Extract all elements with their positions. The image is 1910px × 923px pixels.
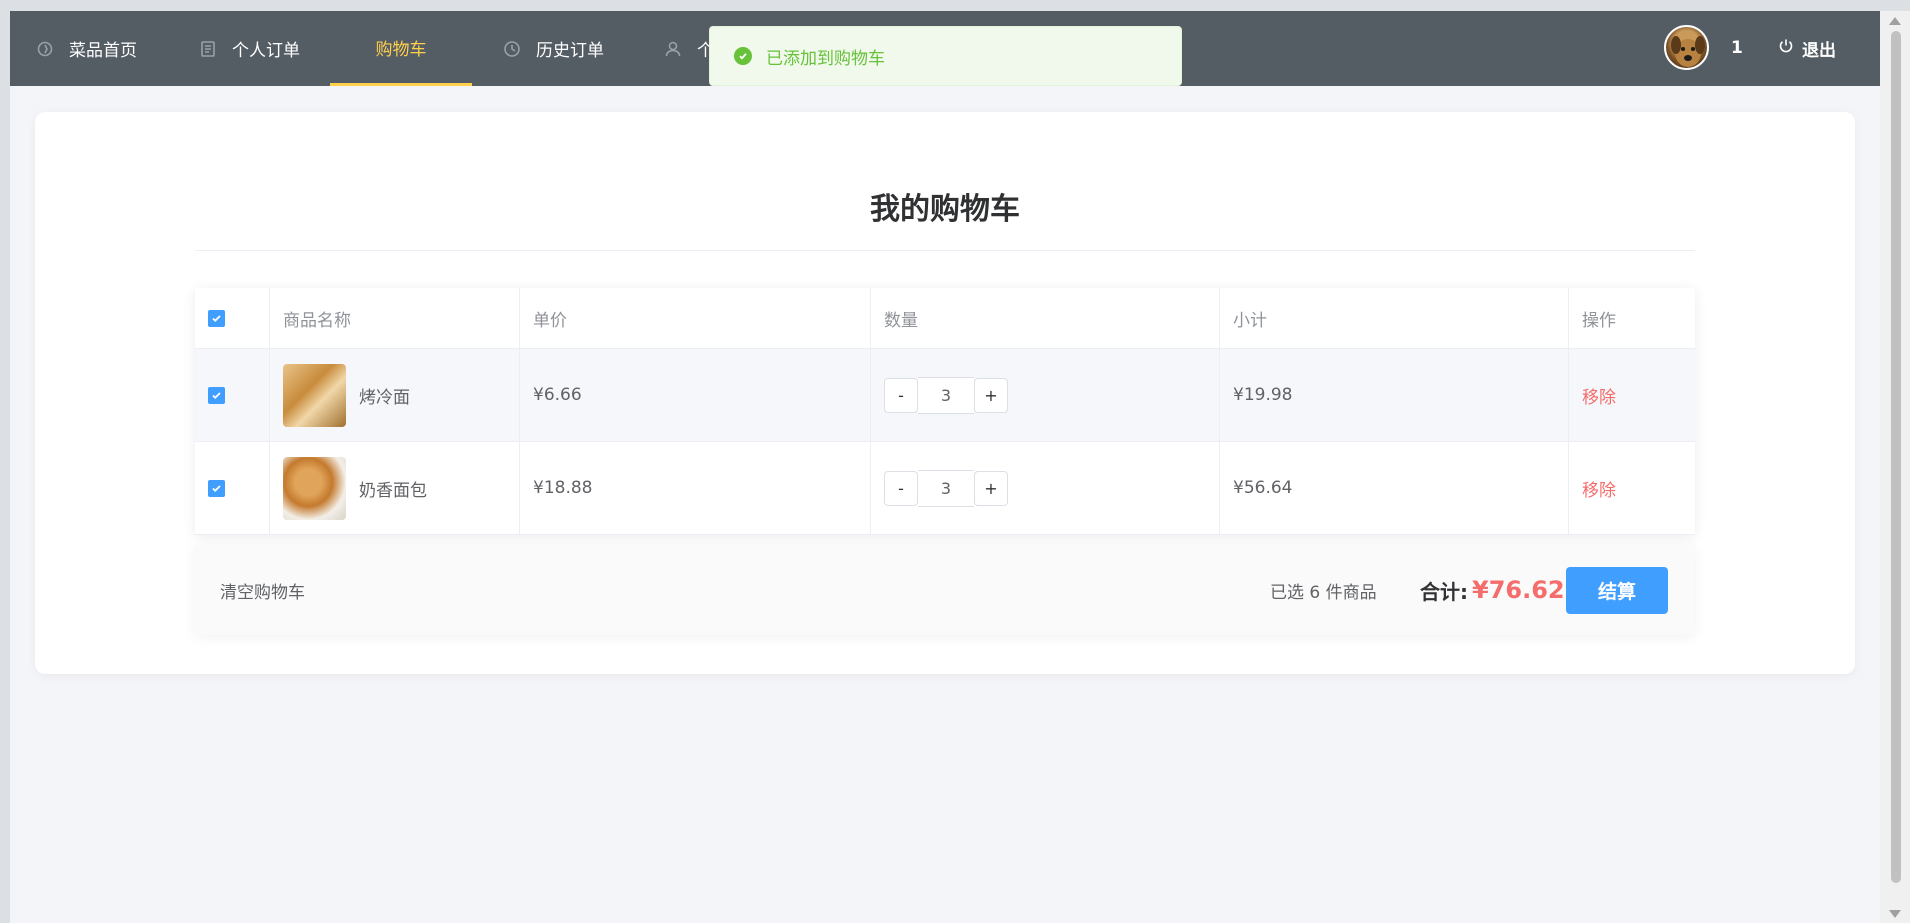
row-price: ¥6.66 bbox=[520, 349, 871, 441]
toast-message: 已添加到购物车 bbox=[766, 48, 885, 69]
scrollbar-thumb[interactable] bbox=[1891, 31, 1901, 883]
nav-item-label: 历史订单 bbox=[536, 41, 604, 61]
compass-icon bbox=[35, 39, 55, 59]
clear-cart-button[interactable]: 清空购物车 bbox=[220, 545, 305, 635]
clock-icon bbox=[502, 39, 522, 59]
row-operation-cell: 移除 bbox=[1569, 349, 1695, 441]
row-qty-cell: - 3 + bbox=[871, 349, 1220, 441]
header-cell-operation: 操作 bbox=[1582, 310, 1616, 331]
increase-button[interactable]: + bbox=[974, 470, 1008, 506]
nav-item-personal-orders[interactable]: 个人订单 bbox=[198, 11, 300, 86]
table-row: 烤冷面 ¥6.66 - 3 + ¥19.98 移除 bbox=[195, 349, 1695, 442]
user-menu[interactable]: 1 bbox=[1664, 25, 1743, 70]
quantity-value[interactable]: 3 bbox=[918, 469, 974, 507]
nav-item-cart[interactable]: 购物车 bbox=[330, 11, 472, 86]
check-icon bbox=[212, 391, 221, 399]
nav-item-label: 购物车 bbox=[375, 39, 427, 60]
select-all-checkbox[interactable] bbox=[208, 309, 225, 327]
row-checkbox[interactable] bbox=[208, 386, 225, 404]
success-toast: 已添加到购物车 bbox=[709, 26, 1182, 86]
row-name-cell: 烤冷面 bbox=[270, 349, 520, 441]
document-icon bbox=[198, 39, 218, 59]
row-select-cell bbox=[195, 442, 270, 534]
cart-table: 商品名称 单价 数量 小计 操作 烤冷面 ¥6.66 - 3 + ¥19.98 … bbox=[195, 288, 1695, 535]
header-cell-subtotal: 小计 bbox=[1220, 288, 1569, 348]
nav-item-personal-center[interactable]: 个 bbox=[663, 11, 714, 86]
header-cell-price: 单价 bbox=[520, 288, 871, 348]
quantity-stepper: - 3 + bbox=[884, 376, 1008, 414]
decrease-button[interactable]: - bbox=[884, 470, 918, 506]
power-icon bbox=[1778, 38, 1794, 59]
app-viewport: 菜品首页 个人订单 购物车 历史订单 个 1 退出 已添加到购物车 我的购物车 … bbox=[10, 11, 1880, 923]
nav-item-label: 个人订单 bbox=[232, 41, 300, 61]
product-thumbnail bbox=[283, 456, 346, 520]
logout-button[interactable]: 退出 bbox=[1778, 11, 1836, 86]
row-subtotal: ¥56.64 bbox=[1220, 442, 1569, 534]
header-cell-name: 商品名称 bbox=[270, 288, 520, 348]
nav-item-home[interactable]: 菜品首页 bbox=[35, 11, 137, 86]
page-title: 我的购物车 bbox=[870, 192, 1020, 227]
row-subtotal: ¥19.98 bbox=[1220, 349, 1569, 441]
total-summary: 合计: ¥76.62 bbox=[1420, 545, 1565, 635]
title-divider bbox=[195, 250, 1695, 251]
total-label: 合计: bbox=[1420, 579, 1468, 604]
row-price: ¥18.88 bbox=[520, 442, 871, 534]
nav-item-history-orders[interactable]: 历史订单 bbox=[502, 11, 604, 86]
checkout-button[interactable]: 结算 bbox=[1566, 567, 1668, 614]
row-operation-cell: 移除 bbox=[1569, 442, 1695, 534]
check-circle-icon bbox=[734, 47, 752, 65]
avatar[interactable] bbox=[1664, 25, 1709, 70]
nav-item-label: 菜品首页 bbox=[69, 41, 137, 61]
remove-button[interactable]: 移除 bbox=[1582, 476, 1616, 501]
scroll-up-arrow-icon[interactable] bbox=[1889, 17, 1901, 25]
header-cell-select bbox=[195, 288, 270, 348]
cart-card: 我的购物车 商品名称 单价 数量 小计 操作 烤冷面 ¥6.66 - 3 + ¥… bbox=[35, 112, 1855, 674]
quantity-value[interactable]: 3 bbox=[918, 376, 974, 414]
selected-count: 已选 6 件商品 bbox=[1270, 582, 1377, 603]
user-icon bbox=[663, 39, 683, 59]
quantity-stepper: - 3 + bbox=[884, 469, 1008, 507]
cart-footer: 清空购物车 已选 6 件商品 合计: ¥76.62 结算 bbox=[195, 545, 1695, 635]
user-name: 1 bbox=[1731, 37, 1743, 58]
row-select-cell bbox=[195, 349, 270, 441]
increase-button[interactable]: + bbox=[974, 377, 1008, 413]
dog-avatar-image bbox=[1671, 36, 1705, 67]
decrease-button[interactable]: - bbox=[884, 377, 918, 413]
table-header: 商品名称 单价 数量 小计 操作 bbox=[195, 288, 1695, 349]
total-value: ¥76.62 bbox=[1472, 576, 1565, 604]
header-cell-qty: 数量 bbox=[871, 288, 1220, 348]
product-name: 烤冷面 bbox=[359, 387, 410, 408]
product-thumbnail bbox=[283, 363, 346, 427]
check-icon bbox=[212, 484, 221, 492]
scroll-down-arrow-icon[interactable] bbox=[1889, 910, 1901, 918]
check-icon bbox=[212, 314, 221, 322]
logout-label: 退出 bbox=[1802, 41, 1836, 61]
table-row: 奶香面包 ¥18.88 - 3 + ¥56.64 移除 bbox=[195, 442, 1695, 535]
row-name-cell: 奶香面包 bbox=[270, 442, 520, 534]
vertical-scrollbar[interactable] bbox=[1880, 11, 1910, 923]
product-name: 奶香面包 bbox=[359, 480, 427, 501]
remove-button[interactable]: 移除 bbox=[1582, 383, 1616, 408]
row-checkbox[interactable] bbox=[208, 479, 225, 497]
row-qty-cell: - 3 + bbox=[871, 442, 1220, 534]
